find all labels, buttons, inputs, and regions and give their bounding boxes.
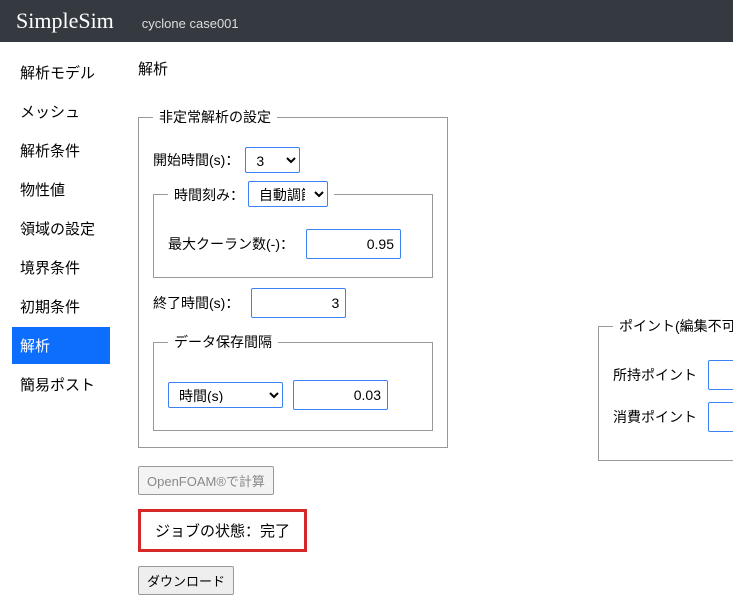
sidebar-item-mesh[interactable]: メッシュ: [12, 93, 110, 130]
job-status-text: ジョブの状態：完了: [155, 523, 290, 540]
sidebar-item-conditions[interactable]: 解析条件: [12, 132, 110, 169]
sidebar-item-properties[interactable]: 物性値: [12, 171, 110, 208]
start-time-select[interactable]: 3: [245, 147, 300, 173]
sidebar-item-analysis[interactable]: 解析: [12, 327, 110, 364]
cost-points-field: [708, 402, 733, 432]
sidebar-item-boundary[interactable]: 境界条件: [12, 249, 110, 286]
start-time-label: 開始時間(s)：: [153, 150, 239, 170]
datasave-value-input[interactable]: [293, 380, 388, 410]
download-button[interactable]: ダウンロード: [138, 566, 234, 595]
courant-label: 最大クーラン数(-)：: [168, 234, 294, 254]
calculate-button: OpenFOAM®で計算: [138, 466, 274, 495]
case-name: cyclone case001: [142, 16, 239, 31]
header-bar: SimpleSim cyclone case001: [0, 0, 733, 42]
points-legend: ポイント(編集不可): [613, 316, 733, 336]
datasave-unit-select[interactable]: 時間(s): [168, 382, 283, 408]
end-time-input[interactable]: [251, 288, 346, 318]
sidebar-item-model[interactable]: 解析モデル: [12, 54, 110, 91]
owned-points-field: [708, 360, 733, 390]
timestep-mode-select[interactable]: 自動調節: [248, 181, 328, 207]
page-title: 解析: [138, 58, 733, 79]
timestep-legend: 時間刻み： 自動調節: [168, 181, 334, 207]
main-panel: 解析 非定常解析の設定 開始時間(s)： 3 時間刻み： 自動調節 最大クーラン…: [110, 42, 733, 595]
end-time-label: 終了時間(s)：: [153, 293, 239, 313]
sidebar-item-post[interactable]: 簡易ポスト: [12, 366, 110, 403]
app-brand: SimpleSim: [16, 8, 114, 34]
sidebar-item-region[interactable]: 領域の設定: [12, 210, 110, 247]
courant-input[interactable]: [306, 229, 401, 259]
cost-points-label: 消費ポイント: [613, 407, 697, 427]
sidebar-item-initial[interactable]: 初期条件: [12, 288, 110, 325]
transient-settings: 非定常解析の設定 開始時間(s)： 3 時間刻み： 自動調節 最大クーラン数(-…: [138, 107, 448, 448]
transient-legend: 非定常解析の設定: [153, 107, 277, 127]
timestep-settings: 時間刻み： 自動調節 最大クーラン数(-)：: [153, 181, 433, 278]
datasave-settings: データ保存間隔 時間(s): [153, 332, 433, 431]
points-box: ポイント(編集不可) 所持ポイント 消費ポイント: [598, 316, 733, 461]
owned-points-label: 所持ポイント: [613, 365, 697, 385]
sidebar-nav: 解析モデル メッシュ 解析条件 物性値 領域の設定 境界条件 初期条件 解析 簡…: [0, 42, 110, 595]
job-status-box: ジョブの状態：完了: [138, 509, 307, 552]
datasave-legend: データ保存間隔: [168, 332, 278, 352]
